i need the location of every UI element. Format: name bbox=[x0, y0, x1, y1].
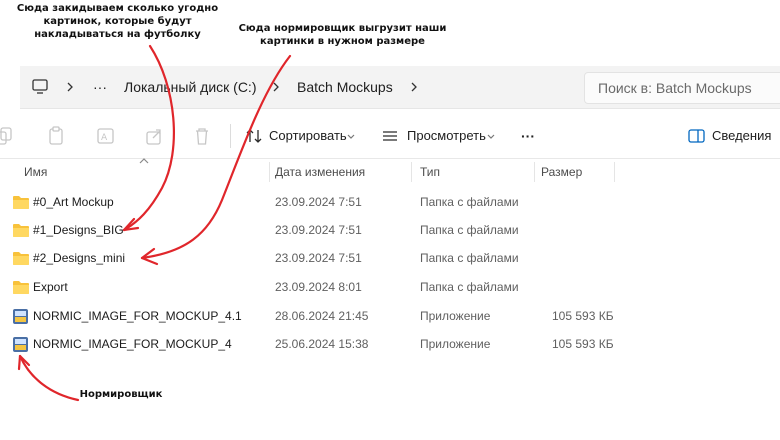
address-bar: ··· Локальный диск (C:) Batch Mockups По… bbox=[20, 66, 780, 109]
annotation-upload-note: Сюда закидываем сколько угодно картинок,… bbox=[16, 3, 219, 40]
file-date: 23.09.2024 7:51 bbox=[275, 223, 362, 237]
sort-button[interactable]: Сортировать bbox=[246, 114, 355, 158]
file-size: 105 593 КБ bbox=[552, 337, 614, 351]
column-divider[interactable] bbox=[614, 162, 615, 182]
file-type: Папка с файлами bbox=[420, 223, 519, 237]
file-type: Приложение bbox=[420, 337, 491, 351]
more-options-button[interactable]: ··· bbox=[521, 114, 535, 158]
app-icon bbox=[12, 308, 30, 331]
arrow-to-normalizer bbox=[18, 354, 80, 402]
file-type: Папка с файлами bbox=[420, 251, 519, 265]
table-row[interactable]: Export 23.09.2024 8:01 Папка с файлами bbox=[0, 273, 640, 301]
file-name: Export bbox=[33, 280, 68, 294]
more-crumbs-button[interactable]: ··· bbox=[93, 66, 107, 108]
table-row[interactable]: NORMIC_IMAGE_FOR_MOCKUP_4 25.06.2024 15:… bbox=[0, 330, 640, 358]
column-header: Имя Дата изменения Тип Размер bbox=[0, 158, 780, 184]
file-name: #1_Designs_BIG bbox=[33, 223, 124, 237]
annotation-normalizer-label: Нормировщик bbox=[79, 389, 163, 400]
chevron-right-icon[interactable] bbox=[410, 66, 418, 108]
column-size[interactable]: Размер bbox=[541, 160, 582, 184]
table-row[interactable]: #2_Designs_mini 23.09.2024 7:51 Папка с … bbox=[0, 244, 640, 272]
computer-icon[interactable] bbox=[32, 66, 48, 108]
table-row[interactable]: NORMIC_IMAGE_FOR_MOCKUP_4.1 28.06.2024 2… bbox=[0, 302, 640, 330]
annotation-normalizer-output-note: Сюда нормировщик выгрузит наши картинки … bbox=[238, 23, 447, 47]
column-divider[interactable] bbox=[534, 162, 535, 182]
file-date: 25.06.2024 15:38 bbox=[275, 337, 369, 351]
details-label: Сведения bbox=[712, 128, 772, 143]
toolbar-divider bbox=[230, 124, 231, 148]
file-name: NORMIC_IMAGE_FOR_MOCKUP_4.1 bbox=[33, 309, 242, 323]
sort-label: Сортировать bbox=[269, 128, 347, 143]
view-button[interactable]: Просмотреть bbox=[382, 114, 495, 158]
table-row[interactable]: #0_Art Mockup 23.09.2024 7:51 Папка с фа… bbox=[0, 188, 640, 216]
file-date: 23.09.2024 8:01 bbox=[275, 280, 362, 294]
file-date: 23.09.2024 7:51 bbox=[275, 251, 362, 265]
file-name: #0_Art Mockup bbox=[33, 195, 114, 209]
file-type: Приложение bbox=[420, 309, 491, 323]
folder-icon bbox=[12, 279, 30, 300]
file-size: 105 593 КБ bbox=[552, 309, 614, 323]
file-name: #2_Designs_mini bbox=[33, 251, 126, 265]
column-name[interactable]: Имя bbox=[24, 160, 47, 184]
svg-text:A: A bbox=[101, 133, 108, 143]
file-type: Папка с файлами bbox=[420, 195, 519, 209]
file-name: NORMIC_IMAGE_FOR_MOCKUP_4 bbox=[33, 337, 232, 351]
chevron-right-icon bbox=[66, 66, 74, 108]
command-bar: A Сортировать Просмотреть ··· Сведения bbox=[0, 114, 780, 159]
column-divider[interactable] bbox=[269, 162, 270, 182]
table-row[interactable]: #1_Designs_BIG 23.09.2024 7:51 Папка с ф… bbox=[0, 216, 640, 244]
file-date: 23.09.2024 7:51 bbox=[275, 195, 362, 209]
file-type: Папка с файлами bbox=[420, 280, 519, 294]
folder-icon bbox=[12, 222, 30, 243]
breadcrumb-local-disk[interactable]: Локальный диск (C:) bbox=[124, 66, 257, 108]
breadcrumb-batch-mockups[interactable]: Batch Mockups bbox=[297, 66, 393, 108]
column-date[interactable]: Дата изменения bbox=[275, 160, 365, 184]
search-input[interactable]: Поиск в: Batch Mockups bbox=[584, 72, 780, 104]
chevron-right-icon bbox=[272, 66, 280, 108]
column-divider[interactable] bbox=[411, 162, 412, 182]
file-date: 28.06.2024 21:45 bbox=[275, 309, 369, 323]
sort-ascending-icon bbox=[139, 158, 149, 164]
view-label: Просмотреть bbox=[407, 128, 486, 143]
column-type[interactable]: Тип bbox=[420, 160, 440, 184]
folder-icon bbox=[12, 194, 30, 215]
details-button[interactable]: Сведения bbox=[688, 114, 771, 158]
app-icon bbox=[12, 336, 30, 359]
folder-icon bbox=[12, 250, 30, 271]
